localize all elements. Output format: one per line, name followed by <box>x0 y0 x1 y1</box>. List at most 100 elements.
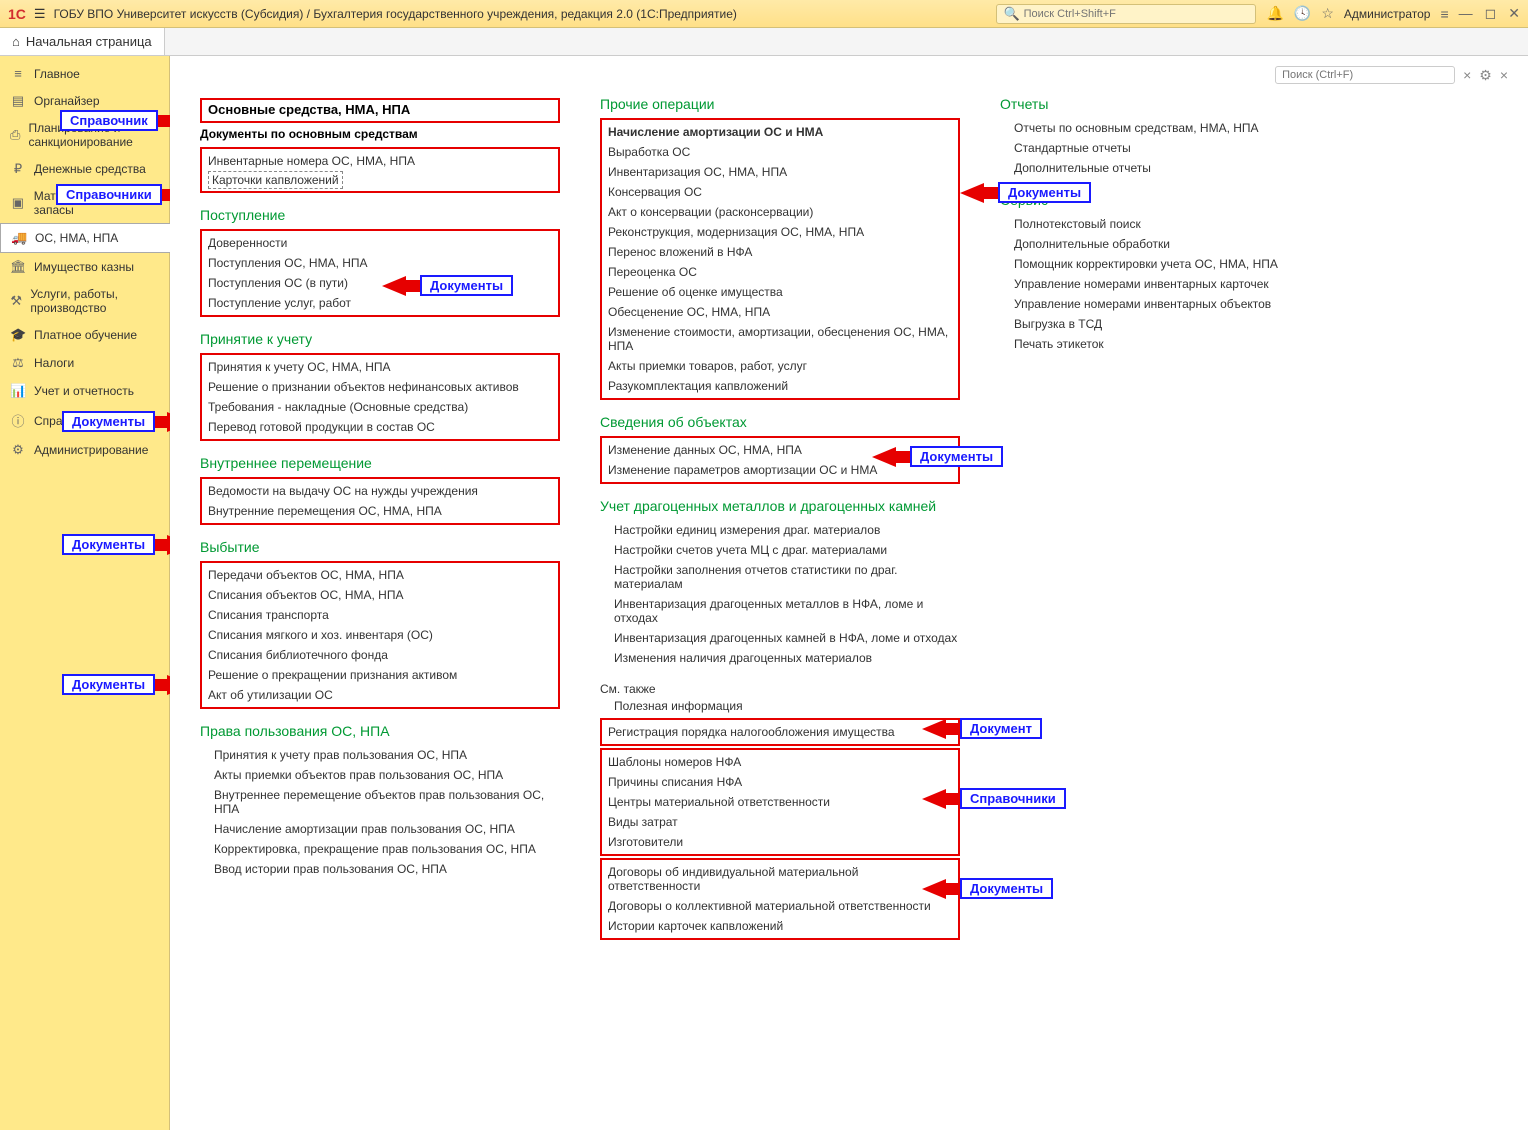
link-dogovor-kol[interactable]: Договоры о коллективной материальной отв… <box>608 896 952 916</box>
global-search-input[interactable] <box>1024 8 1250 20</box>
column-1: Основные средства, НМА, НПА Документы по… <box>200 96 560 879</box>
link-postup-uslug[interactable]: Поступление услуг, работ <box>208 293 552 313</box>
link-peredachi[interactable]: Передачи объектов ОС, НМА, НПА <box>208 565 552 585</box>
link-prava-2[interactable]: Внутреннее перемещение объектов прав пол… <box>214 785 560 819</box>
link-trebovaniya[interactable]: Требования - накладные (Основные средств… <box>208 397 552 417</box>
maximize-icon[interactable]: ◻ <box>1485 5 1497 22</box>
link-std-otchety[interactable]: Стандартные отчеты <box>1014 138 1280 158</box>
ruble-icon: ₽ <box>10 161 26 177</box>
link-spisaniya-transport[interactable]: Списания транспорта <box>208 605 552 625</box>
link-dop-otchety[interactable]: Дополнительные отчеты <box>1014 158 1280 178</box>
close-panel-icon[interactable]: × <box>1500 67 1508 83</box>
link-kapvlozheniya-cards[interactable]: Карточки капвложений <box>208 171 343 189</box>
link-vnutr-perem[interactable]: Внутренние перемещения ОС, НМА, НПА <box>208 501 552 521</box>
callout-dokumenty-3: Документы <box>62 674 155 695</box>
link-dragmet-5[interactable]: Изменения наличия драгоценных материалов <box>614 648 960 668</box>
link-upr-obektov[interactable]: Управление номерами инвентарных объектов <box>1014 294 1280 314</box>
link-inventory-numbers[interactable]: Инвентарные номера ОС, НМА, НПА <box>208 151 552 171</box>
link-prava-4[interactable]: Корректировка, прекращение прав пользова… <box>214 839 560 859</box>
link-pechat-etiketok[interactable]: Печать этикеток <box>1014 334 1280 354</box>
sidebar-item-organizer[interactable]: ▤Органайзер <box>0 87 169 115</box>
link-spisaniya-bibl[interactable]: Списания библиотечного фонда <box>208 645 552 665</box>
link-postup-os[interactable]: Поступления ОС, НМА, НПА <box>208 253 552 273</box>
link-akty-priemki[interactable]: Акты приемки товаров, работ, услуг <box>608 356 952 376</box>
main-menu-icon[interactable]: ☰ <box>34 6 46 22</box>
link-dragmet-1[interactable]: Настройки счетов учета МЦ с драг. матери… <box>614 540 960 560</box>
link-prinyatie-os[interactable]: Принятия к учету ОС, НМА, НПА <box>208 357 552 377</box>
history-icon[interactable]: 🕓 <box>1294 5 1311 22</box>
bell-icon[interactable]: 🔔 <box>1266 5 1283 22</box>
settings-icon[interactable]: ⚙ <box>1479 67 1492 84</box>
link-shablony[interactable]: Шаблоны номеров НФА <box>608 752 952 772</box>
link-akt-util[interactable]: Акт об утилизации ОС <box>208 685 552 705</box>
sidebar-item-services[interactable]: ⚒Услуги, работы, производство <box>0 281 169 321</box>
link-rekonstrukciya[interactable]: Реконструкция, модернизация ОС, НМА, НПА <box>608 222 952 242</box>
tools-icon: ⚒ <box>10 293 22 309</box>
link-izmenenie-stoim[interactable]: Изменение стоимости, амортизации, обесце… <box>608 322 952 356</box>
sidebar-item-money[interactable]: ₽Денежные средства <box>0 155 169 183</box>
sidebar-item-accounting[interactable]: 📊Учет и отчетность <box>0 377 169 405</box>
link-inventarizaciya[interactable]: Инвентаризация ОС, НМА, НПА <box>608 162 952 182</box>
link-reshenie-nfa[interactable]: Решение о признании объектов нефинансовы… <box>208 377 552 397</box>
link-upr-kartochek[interactable]: Управление номерами инвентарных карточек <box>1014 274 1280 294</box>
link-registraciya-nalog[interactable]: Регистрация порядка налогообложения имущ… <box>608 722 952 742</box>
link-vedomosti[interactable]: Ведомости на выдачу ОС на нужды учрежден… <box>208 481 552 501</box>
link-pereocenka[interactable]: Переоценка ОС <box>608 262 952 282</box>
link-akt-kons[interactable]: Акт о консервации (расконсервации) <box>608 202 952 222</box>
sidebar-label: Налоги <box>34 356 74 370</box>
global-search[interactable]: 🔍 <box>996 4 1256 24</box>
link-konservaciya[interactable]: Консервация ОС <box>608 182 952 202</box>
sidebar-item-main[interactable]: ≡Главное <box>0 60 169 87</box>
link-dogovor-ind[interactable]: Договоры об индивидуальной материальной … <box>608 862 952 896</box>
link-dop-obrabotki[interactable]: Дополнительные обработки <box>1014 234 1280 254</box>
sidebar-item-references[interactable]: ⓘСправки <box>0 405 169 436</box>
link-perenos-nfa[interactable]: Перенос вложений в НФА <box>608 242 952 262</box>
link-vygruzka-tsd[interactable]: Выгрузка в ТСД <box>1014 314 1280 334</box>
link-izm-dannyh[interactable]: Изменение данных ОС, НМА, НПА <box>608 440 952 460</box>
content-search-input[interactable] <box>1275 66 1455 84</box>
link-vyrabotka[interactable]: Выработка ОС <box>608 142 952 162</box>
link-dragmet-2[interactable]: Настройки заполнения отчетов статистики … <box>614 560 960 594</box>
link-centry[interactable]: Центры материальной ответственности <box>608 792 952 812</box>
user-label[interactable]: Администратор <box>1344 7 1431 21</box>
link-pomoshnik[interactable]: Помощник корректировки учета ОС, НМА, НП… <box>1014 254 1280 274</box>
link-vidy-zatrat[interactable]: Виды затрат <box>608 812 952 832</box>
menu-icon[interactable]: ≡ <box>1440 6 1448 22</box>
link-dragmet-0[interactable]: Настройки единиц измерения драг. материа… <box>614 520 960 540</box>
link-prava-3[interactable]: Начисление амортизации прав пользования … <box>214 819 560 839</box>
link-reshenie-prekr[interactable]: Решение о прекращении признания активом <box>208 665 552 685</box>
clear-icon[interactable]: × <box>1463 67 1471 83</box>
link-reshenie-ocenka[interactable]: Решение об оценке имущества <box>608 282 952 302</box>
link-dragmet-3[interactable]: Инвентаризация драгоценных металлов в НФ… <box>614 594 960 628</box>
star-icon[interactable]: ☆ <box>1321 5 1334 22</box>
link-prichiny[interactable]: Причины списания НФА <box>608 772 952 792</box>
link-dragmet-4[interactable]: Инвентаризация драгоценных камней в НФА,… <box>614 628 960 648</box>
link-postup-os-transit[interactable]: Поступления ОС (в пути) <box>208 273 552 293</box>
tab-home[interactable]: ⌂ Начальная страница <box>0 28 165 55</box>
link-spisaniya-os[interactable]: Списания объектов ОС, НМА, НПА <box>208 585 552 605</box>
sidebar-item-education[interactable]: 🎓Платное обучение <box>0 321 169 349</box>
link-razukompl[interactable]: Разукомплектация капвложений <box>608 376 952 396</box>
minimize-icon[interactable]: — <box>1459 5 1473 22</box>
sidebar-item-taxes[interactable]: ⚖Налоги <box>0 349 169 377</box>
link-izgotoviteli[interactable]: Изготовители <box>608 832 952 852</box>
sidebar-item-os-nma-npa[interactable]: 🚚ОС, НМА, НПА <box>0 223 170 253</box>
link-izm-param-amort[interactable]: Изменение параметров амортизации ОС и НМ… <box>608 460 952 480</box>
sidebar-item-admin[interactable]: ⚙Администрирование <box>0 436 169 464</box>
close-icon[interactable]: ✕ <box>1508 5 1520 22</box>
sidebar-item-treasury[interactable]: 🏛Имущество казны <box>0 253 169 281</box>
sidebar-item-planning[interactable]: ⎙Планирование и санкционирование <box>0 115 169 155</box>
sidebar-item-materials[interactable]: ▣Материальные запасы <box>0 183 169 223</box>
link-fulltext[interactable]: Полнотекстовый поиск <box>1014 214 1280 234</box>
link-doverennosti[interactable]: Доверенности <box>208 233 552 253</box>
link-nachis-amort[interactable]: Начисление амортизации ОС и НМА <box>608 122 952 142</box>
link-istorii-kart[interactable]: Истории карточек капвложений <box>608 916 952 936</box>
link-poleznaya[interactable]: Полезная информация <box>614 696 960 716</box>
link-spisaniya-invent[interactable]: Списания мягкого и хоз. инвентаря (ОС) <box>208 625 552 645</box>
link-prava-0[interactable]: Принятия к учету прав пользования ОС, НП… <box>214 745 560 765</box>
link-otchety-os[interactable]: Отчеты по основным средствам, НМА, НПА <box>1014 118 1280 138</box>
link-prava-1[interactable]: Акты приемки объектов прав пользования О… <box>214 765 560 785</box>
link-obescenenie[interactable]: Обесценение ОС, НМА, НПА <box>608 302 952 322</box>
link-perevod-prod[interactable]: Перевод готовой продукции в состав ОС <box>208 417 552 437</box>
link-prava-5[interactable]: Ввод истории прав пользования ОС, НПА <box>214 859 560 879</box>
